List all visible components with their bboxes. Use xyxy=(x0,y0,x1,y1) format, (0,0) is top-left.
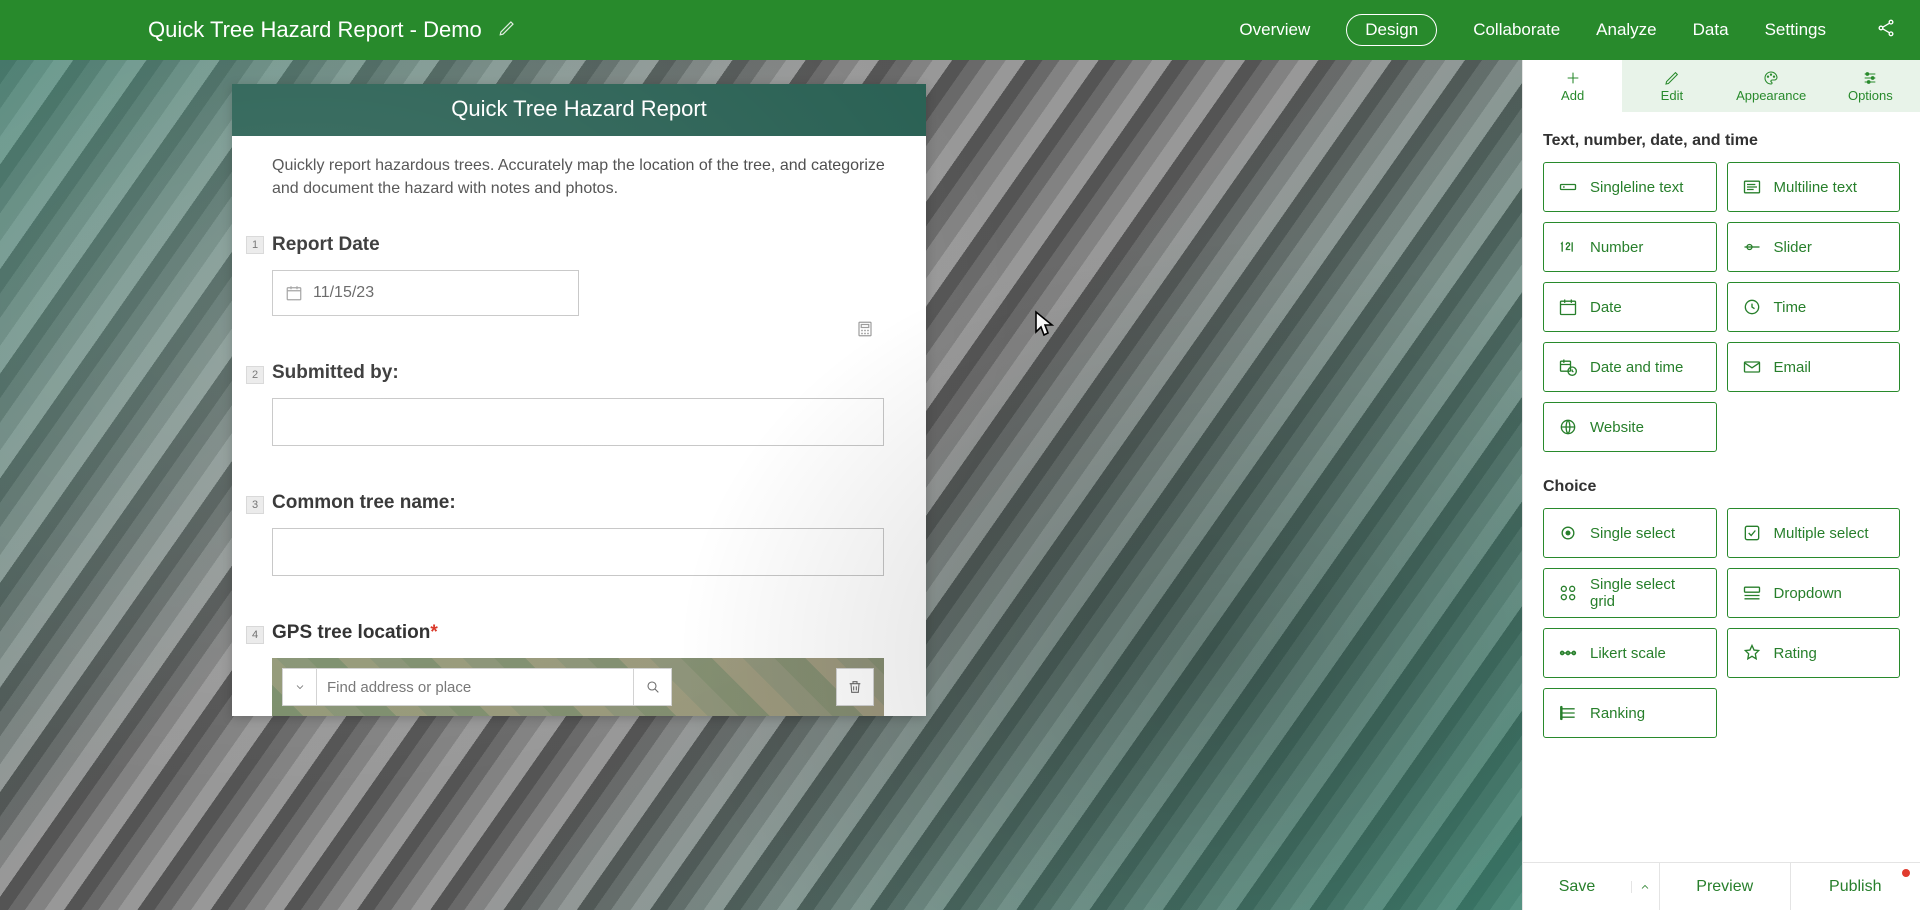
nav-overview[interactable]: Overview xyxy=(1239,20,1310,40)
edit-title-icon[interactable] xyxy=(498,19,516,42)
question-number: 2 xyxy=(246,366,264,384)
nav-design[interactable]: Design xyxy=(1346,14,1437,46)
panel-tab-appearance[interactable]: Appearance xyxy=(1722,60,1821,112)
fieldtype-multiple-select[interactable]: Multiple select xyxy=(1727,508,1901,558)
fieldtype-slider[interactable]: Slider xyxy=(1727,222,1901,272)
fieldtype-datetime[interactable]: Date and time xyxy=(1543,342,1717,392)
question-label: Report Date xyxy=(272,234,886,256)
fieldtype-website[interactable]: Website xyxy=(1543,402,1717,452)
search-icon[interactable] xyxy=(633,669,671,705)
search-source-dropdown[interactable] xyxy=(283,669,317,705)
question-gps-location[interactable]: 4 GPS tree location* xyxy=(272,576,886,716)
survey-title: Quick Tree Hazard Report - Demo xyxy=(148,17,482,43)
question-label: GPS tree location* xyxy=(272,622,886,644)
top-bar: Quick Tree Hazard Report - Demo Overview… xyxy=(0,0,1920,60)
fieldtype-dropdown[interactable]: Dropdown xyxy=(1727,568,1901,618)
fieldtype-date[interactable]: Date xyxy=(1543,282,1717,332)
question-number: 3 xyxy=(246,496,264,514)
section-title: Choice xyxy=(1543,478,1900,496)
sliders-icon xyxy=(1862,70,1878,86)
preview-button[interactable]: Preview xyxy=(1660,863,1791,910)
date-input[interactable]: 11/15/23 xyxy=(272,270,579,316)
date-value: 11/15/23 xyxy=(313,284,374,302)
map-search xyxy=(282,668,672,706)
calculation-icon[interactable] xyxy=(856,320,874,343)
question-number: 1 xyxy=(246,236,264,254)
question-label: Common tree name: xyxy=(272,492,886,514)
section-title: Text, number, date, and time xyxy=(1543,132,1900,150)
nav-settings[interactable]: Settings xyxy=(1765,20,1826,40)
form-title: Quick Tree Hazard Report xyxy=(232,84,926,136)
form-preview: Quick Tree Hazard Report Quickly report … xyxy=(232,84,926,716)
question-tree-name[interactable]: 3 Common tree name: xyxy=(272,446,886,576)
fieldtype-multiline[interactable]: Multiline text xyxy=(1727,162,1901,212)
nav-collaborate[interactable]: Collaborate xyxy=(1473,20,1560,40)
main: Quick Tree Hazard Report Quickly report … xyxy=(0,60,1920,910)
text-input[interactable] xyxy=(272,528,884,576)
plus-icon xyxy=(1565,70,1581,86)
top-nav: Overview Design Collaborate Analyze Data… xyxy=(1239,14,1896,46)
panel-tab-options[interactable]: Options xyxy=(1821,60,1920,112)
question-number: 4 xyxy=(246,626,264,644)
fieldtype-single-select[interactable]: Single select xyxy=(1543,508,1717,558)
panel-body: Text, number, date, and time Singleline … xyxy=(1523,112,1920,862)
fieldtype-number[interactable]: Number xyxy=(1543,222,1717,272)
panel-tab-edit[interactable]: Edit xyxy=(1622,60,1721,112)
question-submitted-by[interactable]: 2 Submitted by: xyxy=(272,316,886,446)
share-icon[interactable] xyxy=(1876,18,1896,43)
save-menu-caret[interactable] xyxy=(1631,881,1659,893)
required-mark: * xyxy=(430,622,437,643)
question-label: Submitted by: xyxy=(272,362,886,384)
clear-location-icon[interactable] xyxy=(836,668,874,706)
fieldtype-likert[interactable]: Likert scale xyxy=(1543,628,1717,678)
mouse-cursor xyxy=(1034,310,1056,338)
form-description: Quickly report hazardous trees. Accurate… xyxy=(272,154,886,200)
unsaved-indicator xyxy=(1902,869,1910,877)
side-panel: Add Edit Appearance Options Text, number… xyxy=(1522,60,1920,910)
fieldtype-singleline[interactable]: Singleline text xyxy=(1543,162,1717,212)
map-search-input[interactable] xyxy=(317,669,633,705)
fieldtype-single-select-grid[interactable]: Single select grid xyxy=(1543,568,1717,618)
nav-data[interactable]: Data xyxy=(1693,20,1729,40)
panel-footer: Save Preview Publish xyxy=(1523,862,1920,910)
fieldtype-ranking[interactable]: Ranking xyxy=(1543,688,1717,738)
nav-analyze[interactable]: Analyze xyxy=(1596,20,1656,40)
calendar-icon xyxy=(285,284,303,302)
save-button[interactable]: Save xyxy=(1523,863,1660,910)
fieldtype-email[interactable]: Email xyxy=(1727,342,1901,392)
fieldtype-time[interactable]: Time xyxy=(1727,282,1901,332)
fieldtype-rating[interactable]: Rating xyxy=(1727,628,1901,678)
question-report-date[interactable]: 1 Report Date 11/15/23 xyxy=(272,200,886,316)
panel-tab-add[interactable]: Add xyxy=(1523,60,1622,112)
map-preview[interactable] xyxy=(272,658,884,716)
pencil-icon xyxy=(1664,70,1680,86)
panel-tabs: Add Edit Appearance Options xyxy=(1523,60,1920,112)
design-canvas: Quick Tree Hazard Report Quickly report … xyxy=(0,60,1522,910)
publish-button[interactable]: Publish xyxy=(1791,863,1920,910)
palette-icon xyxy=(1763,70,1779,86)
text-input[interactable] xyxy=(272,398,884,446)
